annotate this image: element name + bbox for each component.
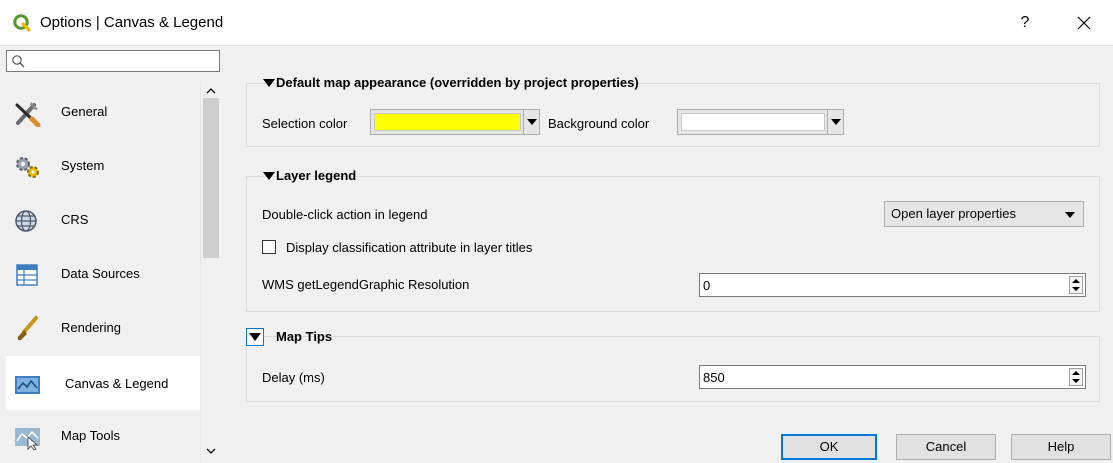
spin-down-icon[interactable]: [1072, 287, 1080, 291]
map-tools-icon: [15, 428, 40, 451]
help-button[interactable]: Help: [1011, 434, 1111, 460]
system-gears-icon: [16, 157, 39, 178]
background-color-button[interactable]: [677, 109, 844, 135]
double-click-action-label: Double-click action in legend: [262, 207, 428, 222]
chevron-up-icon: [206, 88, 215, 94]
dropdown-arrow-icon: [527, 119, 537, 125]
sidebar-item-data-sources[interactable]: Data Sources: [6, 248, 200, 302]
search-input[interactable]: [29, 52, 217, 70]
sidebar-item-label: CRS: [61, 212, 89, 227]
ok-button[interactable]: OK: [781, 434, 877, 460]
group-title: Map Tips: [276, 329, 333, 344]
title-bar: Options | Canvas & Legend ?: [0, 0, 1113, 46]
sidebar-item-map-tools[interactable]: Map Tools: [6, 410, 200, 463]
sidebar-item-rendering[interactable]: Rendering: [6, 302, 200, 356]
group-title: Default map appearance (overridden by pr…: [276, 75, 639, 90]
scroll-up-button[interactable]: [201, 80, 220, 100]
paintbrush-icon: [17, 316, 38, 341]
double-click-action-select[interactable]: Open layer properties: [884, 201, 1084, 227]
spin-buttons[interactable]: [1069, 276, 1083, 294]
dropdown-arrow-icon: [1065, 212, 1075, 218]
sidebar-scrollbar[interactable]: [200, 80, 220, 463]
globe-icon: [15, 210, 37, 232]
sidebar-item-system[interactable]: System: [6, 140, 200, 194]
wms-resolution-spinbox[interactable]: [699, 273, 1086, 297]
delay-label: Delay (ms): [262, 370, 325, 385]
close-icon: [1077, 16, 1091, 30]
close-button[interactable]: [1066, 10, 1102, 36]
spin-down-icon[interactable]: [1072, 379, 1080, 383]
chevron-down-icon: [206, 448, 215, 454]
context-help-button[interactable]: ?: [1010, 10, 1040, 36]
sidebar-item-canvas-legend[interactable]: Canvas & Legend: [6, 356, 200, 410]
search-box[interactable]: [6, 50, 220, 72]
sidebar-item-label: Canvas & Legend: [65, 376, 169, 391]
background-color-dropdown[interactable]: [827, 110, 843, 134]
sidebar-item-label: System: [61, 158, 105, 173]
sidebar-item-label: General: [61, 104, 108, 119]
sidebar: General System CRS Data Sources Renderin…: [6, 80, 200, 463]
search-icon: [12, 55, 25, 68]
selection-color-swatch: [374, 113, 521, 131]
scroll-thumb[interactable]: [203, 98, 219, 258]
spin-buttons[interactable]: [1069, 368, 1083, 386]
display-classification-label: Display classification attribute in laye…: [286, 240, 533, 255]
wms-resolution-label: WMS getLegendGraphic Resolution: [262, 277, 470, 292]
collapse-triangle-icon[interactable]: [263, 79, 275, 87]
dropdown-arrow-icon: [831, 119, 841, 125]
scroll-down-button[interactable]: [201, 445, 220, 463]
map-tips-collapse-toggle[interactable]: [246, 328, 264, 346]
sidebar-item-label: Rendering: [61, 320, 121, 335]
collapse-triangle-icon[interactable]: [263, 172, 275, 180]
sidebar-item-general[interactable]: General: [6, 86, 200, 140]
map-canvas-icon: [15, 376, 40, 394]
group-title: Layer legend: [276, 168, 357, 183]
selection-color-label: Selection color: [262, 116, 348, 131]
collapse-triangle-icon: [249, 333, 261, 341]
double-click-action-value: Open layer properties: [891, 206, 1017, 221]
wms-resolution-input[interactable]: [703, 277, 1033, 293]
tools-icon: [15, 102, 41, 127]
background-color-swatch: [681, 113, 825, 131]
spin-up-icon[interactable]: [1072, 371, 1080, 375]
sidebar-item-label: Map Tools: [61, 428, 121, 443]
spin-up-icon[interactable]: [1072, 279, 1080, 283]
display-classification-checkbox[interactable]: [262, 240, 276, 254]
selection-color-dropdown[interactable]: [523, 110, 539, 134]
delay-spinbox[interactable]: [699, 365, 1086, 389]
selection-color-button[interactable]: [370, 109, 540, 135]
background-color-label: Background color: [548, 116, 650, 131]
cancel-button[interactable]: Cancel: [896, 434, 996, 460]
qgis-logo-icon: [13, 14, 31, 32]
sidebar-item-label: Data Sources: [61, 266, 140, 281]
table-icon: [16, 264, 38, 286]
delay-input[interactable]: [703, 369, 1033, 385]
window-title: Options | Canvas & Legend: [40, 14, 224, 31]
sidebar-item-crs[interactable]: CRS: [6, 194, 200, 248]
